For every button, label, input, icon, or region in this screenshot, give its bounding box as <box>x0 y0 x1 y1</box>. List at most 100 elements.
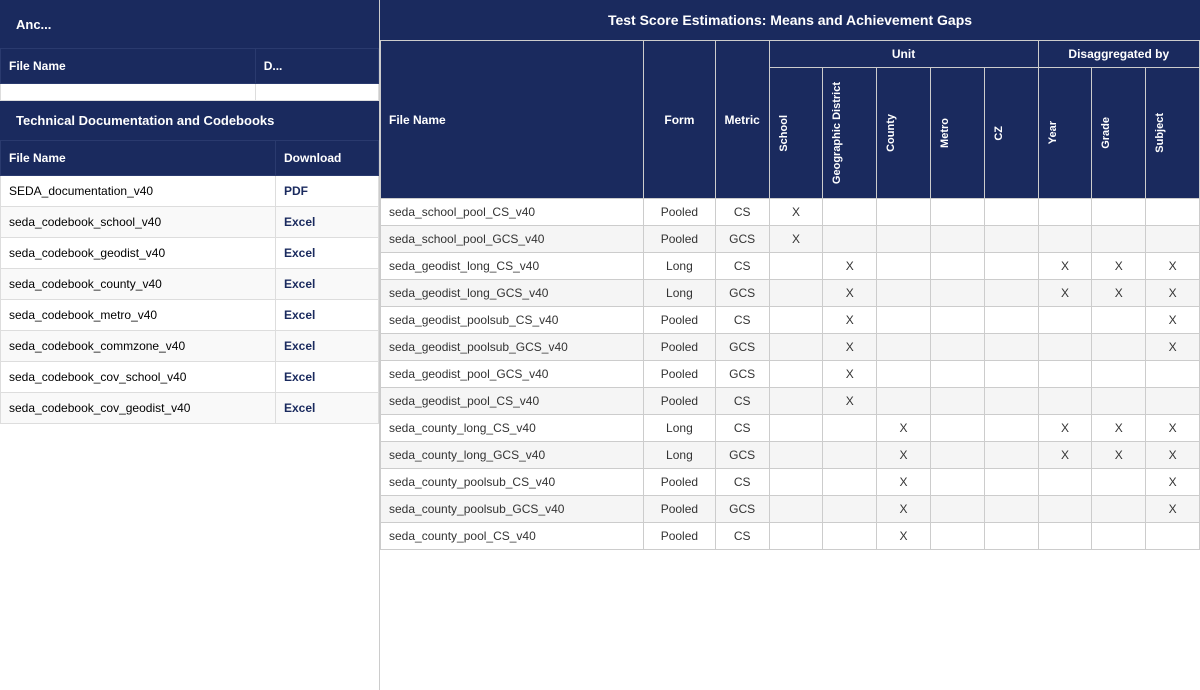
row-form: Pooled <box>644 361 716 388</box>
row-school <box>769 361 823 388</box>
row-geo <box>823 199 877 226</box>
codebook-filename: seda_codebook_school_v40 <box>1 207 276 238</box>
row-grade <box>1092 469 1146 496</box>
row-subject: X <box>1146 415 1200 442</box>
row-subject: X <box>1146 442 1200 469</box>
codebooks-header: Technical Documentation and Codebooks <box>0 101 379 140</box>
col-header-unit: Unit <box>769 41 1038 68</box>
col-header-county: County <box>877 68 931 199</box>
codebook-download[interactable]: PDF <box>276 176 379 207</box>
col-header-metro: Metro <box>930 68 984 199</box>
row-cz <box>984 415 1038 442</box>
row-metro <box>930 253 984 280</box>
row-grade <box>1092 523 1146 550</box>
row-grade: X <box>1092 415 1146 442</box>
codebook-filename: seda_codebook_cov_geodist_v40 <box>1 393 276 424</box>
row-county <box>877 199 931 226</box>
row-geo <box>823 496 877 523</box>
row-filename: seda_school_pool_GCS_v40 <box>381 226 644 253</box>
row-grade <box>1092 334 1146 361</box>
row-metric: GCS <box>715 226 769 253</box>
row-form: Pooled <box>644 469 716 496</box>
row-school: X <box>769 226 823 253</box>
row-subject: X <box>1146 334 1200 361</box>
row-metric: GCS <box>715 361 769 388</box>
row-geo: X <box>823 334 877 361</box>
row-form: Pooled <box>644 199 716 226</box>
row-school <box>769 415 823 442</box>
row-year <box>1038 307 1092 334</box>
row-filename: seda_geodist_poolsub_CS_v40 <box>381 307 644 334</box>
row-grade: X <box>1092 253 1146 280</box>
codebook-download[interactable]: Excel <box>276 300 379 331</box>
codebook-download[interactable]: Excel <box>276 362 379 393</box>
table-row: seda_county_poolsub_GCS_v40 Pooled GCS X… <box>381 496 1200 523</box>
row-form: Pooled <box>644 496 716 523</box>
codebooks-row: seda_codebook_cov_geodist_v40 Excel <box>1 393 379 424</box>
row-subject <box>1146 226 1200 253</box>
table-row: seda_geodist_long_GCS_v40 Long GCS X X X… <box>381 280 1200 307</box>
col-header-year: Year <box>1038 68 1092 199</box>
row-metro <box>930 307 984 334</box>
row-geo <box>823 442 877 469</box>
codebooks-row: seda_codebook_cov_school_v40 Excel <box>1 362 379 393</box>
row-year <box>1038 496 1092 523</box>
anchor-header-text: Anc... <box>16 17 51 32</box>
row-county <box>877 253 931 280</box>
row-geo <box>823 523 877 550</box>
row-year: X <box>1038 280 1092 307</box>
codebooks-col-download: Download <box>276 141 379 176</box>
col-header-subject: Subject <box>1146 68 1200 199</box>
row-cz <box>984 253 1038 280</box>
row-county <box>877 334 931 361</box>
row-county: X <box>877 496 931 523</box>
row-filename: seda_geodist_long_GCS_v40 <box>381 280 644 307</box>
row-geo: X <box>823 253 877 280</box>
anchor-header: Anc... <box>0 0 379 48</box>
col-header-disaggregated: Disaggregated by <box>1038 41 1199 68</box>
codebook-download[interactable]: Excel <box>276 207 379 238</box>
top-file-table: File Name D... <box>0 48 379 101</box>
table-row: seda_geodist_pool_GCS_v40 Pooled GCS X <box>381 361 1200 388</box>
row-filename: seda_county_poolsub_CS_v40 <box>381 469 644 496</box>
codebook-download[interactable]: Excel <box>276 269 379 300</box>
row-metric: GCS <box>715 442 769 469</box>
table-row: seda_school_pool_CS_v40 Pooled CS X <box>381 199 1200 226</box>
main-title-text: Test Score Estimations: Means and Achiev… <box>608 12 972 28</box>
row-metro <box>930 334 984 361</box>
row-grade <box>1092 496 1146 523</box>
row-filename: seda_county_poolsub_GCS_v40 <box>381 496 644 523</box>
col-header-school: School <box>769 68 823 199</box>
col-header-grade: Grade <box>1092 68 1146 199</box>
codebook-download[interactable]: Excel <box>276 331 379 362</box>
table-row: seda_school_pool_GCS_v40 Pooled GCS X <box>381 226 1200 253</box>
table-row: seda_county_pool_CS_v40 Pooled CS X <box>381 523 1200 550</box>
row-form: Pooled <box>644 523 716 550</box>
codebooks-row: SEDA_documentation_v40 PDF <box>1 176 379 207</box>
row-form: Pooled <box>644 307 716 334</box>
row-school <box>769 253 823 280</box>
codebook-download[interactable]: Excel <box>276 238 379 269</box>
row-metro <box>930 226 984 253</box>
codebook-filename: seda_codebook_commzone_v40 <box>1 331 276 362</box>
main-title: Test Score Estimations: Means and Achiev… <box>380 0 1200 40</box>
row-form: Long <box>644 280 716 307</box>
codebook-download[interactable]: Excel <box>276 393 379 424</box>
row-school <box>769 307 823 334</box>
row-subject: X <box>1146 496 1200 523</box>
row-subject: X <box>1146 307 1200 334</box>
row-school <box>769 442 823 469</box>
row-metric: CS <box>715 523 769 550</box>
row-metric: CS <box>715 469 769 496</box>
row-school <box>769 280 823 307</box>
file-name-cell <box>1 84 256 101</box>
row-school: X <box>769 199 823 226</box>
col-header-form: Form <box>644 41 716 199</box>
row-school <box>769 334 823 361</box>
table-row: seda_geodist_long_CS_v40 Long CS X X X X <box>381 253 1200 280</box>
row-cz <box>984 388 1038 415</box>
row-metro <box>930 280 984 307</box>
row-geo <box>823 415 877 442</box>
row-year <box>1038 523 1092 550</box>
row-subject <box>1146 361 1200 388</box>
